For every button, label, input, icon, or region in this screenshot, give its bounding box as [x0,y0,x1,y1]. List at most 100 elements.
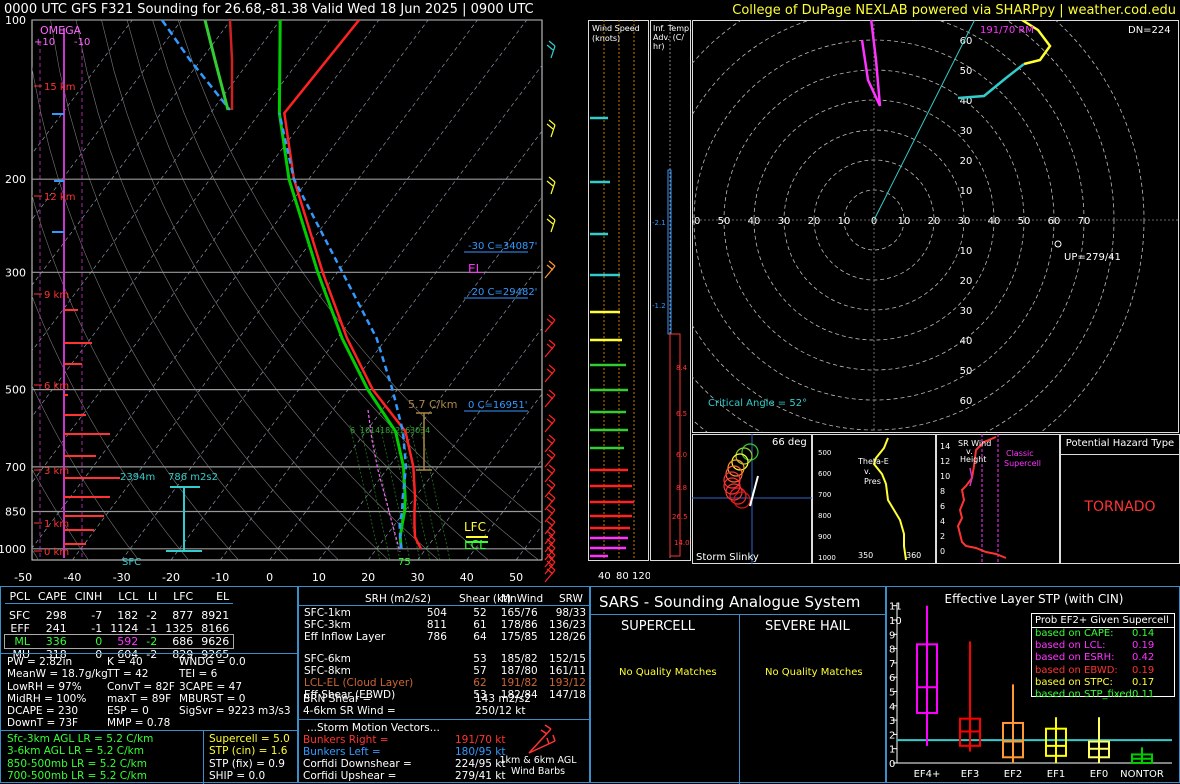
mixing-ratio-line [369,424,401,560]
stp-ylabel: 6 [889,673,895,684]
wind-barbs-graphic [509,723,571,759]
srwind-panel: 14121086420 SR Wind v. Height Classic Su… [936,434,1060,564]
height-label: 1 km [44,519,69,530]
index-item: MidRH = 100% [7,692,87,705]
wind-barb-flag [548,119,556,126]
kinematics-table: SFC-1km 504 52 165/76 98/33 SFC-3km 811 61 178/… [301,607,589,701]
hodo-ring-label-v: 20 [960,156,973,167]
cell: 53 [473,652,487,665]
wind-barb-flag [548,176,556,183]
wind-barb-flag [548,414,556,421]
srwind-htick: 0 [940,547,945,556]
thetae-ptick: 1000 [818,554,836,562]
wind-barb-flag [548,389,556,396]
height-label: 12 km [44,192,75,203]
wind-barb-flag [546,418,554,425]
slinky-ring [731,453,749,471]
stp-ylabel: 8 [889,645,895,656]
parcel-row-eff[interactable]: EFF 241 -1 1124 -1 1325 8166 [5,622,233,635]
temp-tick--20: -20 [162,571,180,584]
stp-ylabel: 11 [889,602,902,613]
wind-barb-flag [548,339,556,346]
wind-barb-flag [546,318,554,325]
temp-tick-40: 40 [460,571,474,584]
hodo-ring-label-v: 30 [960,306,973,317]
cell: 136/23 [549,619,586,632]
cell: 178/86 [500,619,538,632]
sars-hail-title: SEVERE HAIL [765,619,850,634]
cell: -1 [146,621,158,635]
lapse-rate-label: 5.7 C/km [408,398,457,411]
prob-label: based on EBWD: [1035,664,1118,676]
wind-barb-flag [546,483,554,490]
wind-barb-flag [546,508,554,515]
lapse-item: Sfc-3km AGL LR = 5.2 C/km [7,733,154,745]
motion-cu-label: Corfidi Upshear = [303,770,397,782]
composite-indices: Supercell = 5.0 STP (cin) = 1.6 STP (fix) … [209,733,290,782]
wind-barb-flag [546,123,554,130]
temp-tick-20: 20 [361,571,375,584]
index-item: LowRH = 97% [7,680,82,693]
hodo-ring-label: 30 [778,216,791,227]
motion-lm-label: Bunkers Left = [303,746,381,758]
stp-panel: Effective Layer STP (with CIN) 012345678… [886,586,1180,783]
brn-label: BRN Shear = [303,693,372,705]
parcel-row-ml[interactable]: ML 336 0 592 -2 686 9626 [3,633,235,649]
height-label: 15 km [44,82,75,93]
cell: SFC-8km [304,664,351,677]
cell: 175/85 [500,631,538,644]
thetae-x2: 360 [906,551,921,560]
wind-barb-flag [548,260,556,267]
prob-value: 0.19 [1132,664,1155,676]
temp-tick-30: 30 [410,571,424,584]
prob-list: based on CAPE: 0.14 based on LCL: 0.19 bas… [1032,628,1174,701]
sounding-trace-0 [282,20,423,550]
wind-barb-flag [546,343,554,350]
parcel-row-sfc[interactable]: SFC 298 -7 182 -2 877 8921 [5,609,233,622]
kin-row: Eff Inflow Layer 786 64 175/85 128/26 [301,631,589,643]
cell: Eff Inflow Layer [304,631,386,644]
cell: EFF [10,621,30,635]
prob-box: Prob EF2+ Given Supercell based on CAPE:… [1031,613,1175,700]
tadv-v4: 6.5 [676,410,687,418]
prob-value: 0.14 [1132,628,1155,639]
hodo-ring-label: 20 [808,216,821,227]
pressure-tick-700: 700 [5,461,26,474]
wind-barb-flag [548,492,556,499]
cell: 191/82 [500,677,538,690]
wind-barb-flag [546,453,554,460]
thetae-ptick: 900 [818,533,831,541]
prob-label: based on LCL: [1035,640,1106,652]
windspeed-panel: Wind Speed (knots) 40 80 120 [588,20,650,582]
cell: SFC-6km [304,652,351,665]
up-label: UP=279/41 [1064,252,1121,263]
hdr-cinh: CINH [74,590,103,603]
cell: -7 [91,608,103,622]
cell: 241 [45,621,67,635]
ws-tick-80: 80 [616,571,629,582]
cell: 193/12 [549,677,586,690]
wind-barb-flag [546,520,554,527]
divider [299,719,589,720]
sars-supercell-result: No Quality Matches [619,667,717,678]
kin-hdr-srh: SRH (m2/s2) [365,593,431,605]
cell: 64 [473,631,487,644]
srwind-htick: 8 [940,487,945,496]
thetae-ptick: 600 [818,470,831,478]
hazard-panel: Potential Hazard Type TORNADO [1060,434,1180,564]
mixing-ratio-label: 18 [380,426,390,435]
cell: 504 [426,607,447,619]
wind-barb-flag [546,44,554,51]
wind-barb [550,124,556,138]
cell: 1124 [110,621,139,635]
hodo-ring-label-v: 30 [960,126,973,137]
srwind-classic-1: Classic [1006,449,1034,458]
hodo-ring-label: 10 [898,216,911,227]
sfc-label: SFC [122,557,141,568]
prob-title: Prob EF2+ Given Supercell [1032,614,1174,628]
cell: 0 [95,634,103,648]
hodo-ring-label-v: 20 [960,276,973,287]
cell: 161/11 [549,664,586,677]
index-item: MMP = 0.78 [107,717,171,730]
cell: 8921 [201,608,230,622]
